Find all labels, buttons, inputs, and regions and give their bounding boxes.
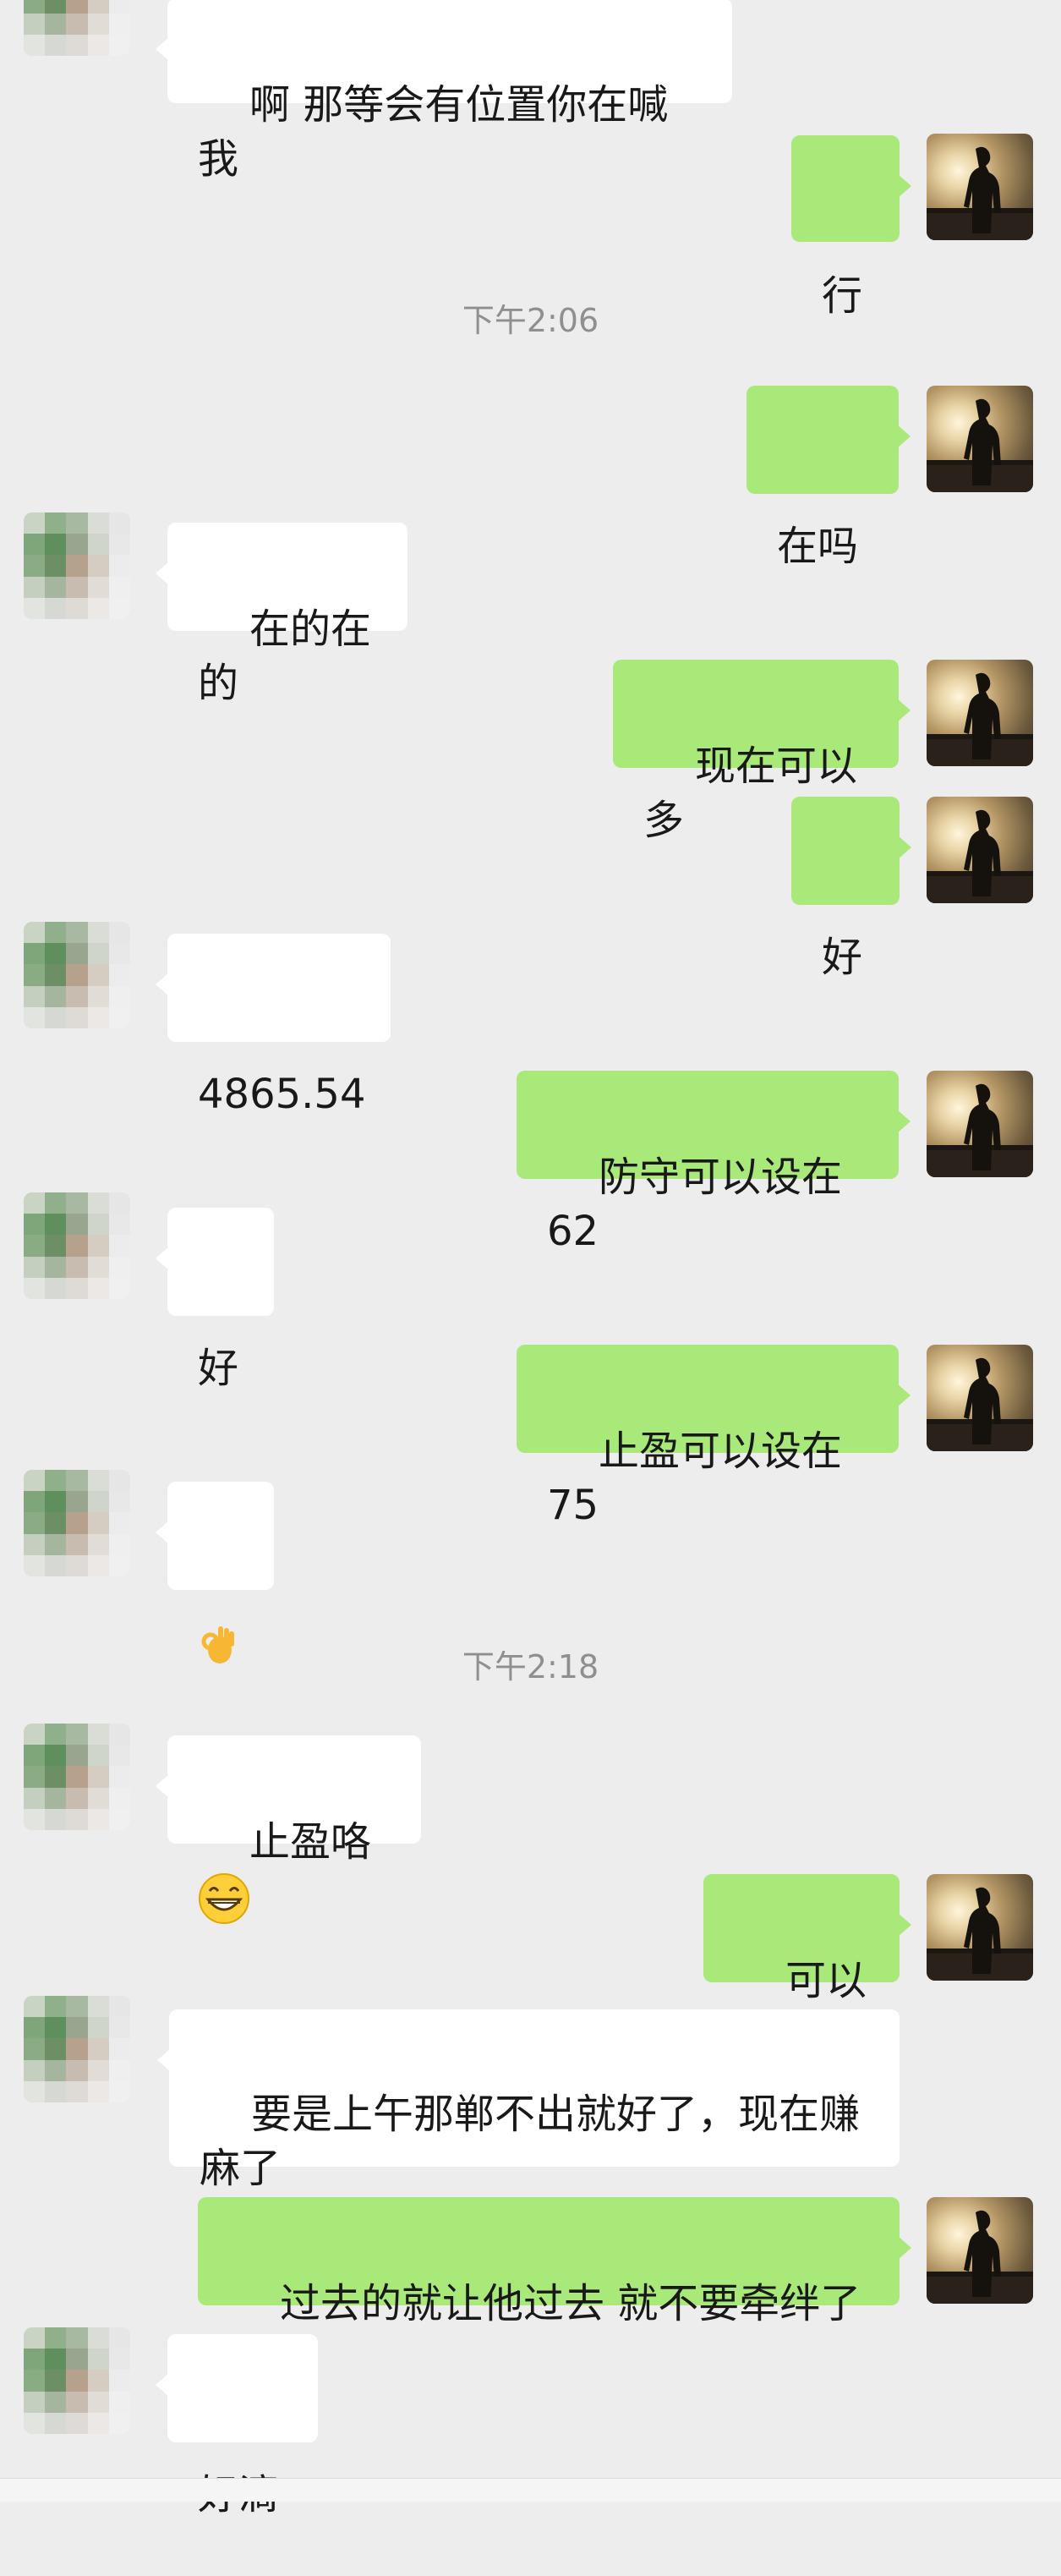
message-bubble[interactable]: 行 <box>791 135 911 320</box>
message-text: 止盈可以设在75 <box>547 1428 843 1529</box>
contact-avatar[interactable] <box>24 512 130 619</box>
message-bubble[interactable]: 在的在的 <box>156 523 407 707</box>
message-bubble[interactable] <box>156 1482 274 1663</box>
contact-avatar[interactable] <box>24 0 130 56</box>
contact-avatar[interactable] <box>24 1996 130 2102</box>
silhouette-icon <box>927 398 1033 492</box>
chat-thread[interactable]: 啊 那等会有位置你在喊我 行 下午2:06 在吗 在的在的 现在可以多 好 48… <box>0 0 1061 2518</box>
contact-avatar[interactable] <box>24 922 130 1028</box>
contact-avatar[interactable] <box>24 1724 130 1830</box>
contact-avatar[interactable] <box>24 1470 130 1576</box>
silhouette-icon <box>927 2210 1033 2304</box>
message-bubble[interactable]: 止盈咯 <box>156 1735 421 1924</box>
silhouette-icon <box>927 1357 1033 1451</box>
message-bubble[interactable]: 好 <box>156 1208 274 1392</box>
message-text: 要是上午那郸不出就好了，现在赚 麻了 <box>200 2091 861 2192</box>
message-bubble[interactable]: 现在可以多 <box>613 660 911 844</box>
timestamp: 下午2:18 <box>462 1648 599 1685</box>
message-text: 好 <box>198 1345 239 1392</box>
message-text: 4865.54 <box>198 1071 366 1118</box>
grinning-face-icon <box>199 1873 249 1924</box>
message-bubble[interactable]: 4865.54 <box>156 934 391 1118</box>
message-bubble[interactable]: 止盈可以设在75 <box>517 1345 911 1529</box>
silhouette-icon <box>927 809 1033 903</box>
message-bubble[interactable]: 好 <box>791 797 911 981</box>
self-avatar[interactable] <box>927 2197 1033 2304</box>
message-bubble[interactable]: 过去的就让他过去 就不要牵绊了 <box>198 2197 911 2327</box>
input-bar-edge <box>0 2478 1061 2502</box>
silhouette-icon <box>927 1083 1033 1177</box>
message-text: 在吗 <box>777 523 859 570</box>
message-bubble[interactable]: 可以的 <box>703 1874 911 2058</box>
timestamp: 下午2:06 <box>462 302 599 339</box>
message-text: 过去的就让他过去 就不要牵绊了 <box>280 2280 861 2327</box>
silhouette-icon <box>927 1887 1033 1981</box>
self-avatar[interactable] <box>927 134 1033 240</box>
message-bubble[interactable]: 在吗 <box>747 386 911 570</box>
self-avatar[interactable] <box>927 1071 1033 1177</box>
message-text: 啊 那等会有位置你在喊我 <box>198 81 669 183</box>
self-avatar[interactable] <box>927 660 1033 766</box>
message-text: 在的在的 <box>198 606 372 707</box>
message-bubble[interactable]: 好滴 <box>156 2334 318 2518</box>
self-avatar[interactable] <box>927 1874 1033 1981</box>
message-bubble[interactable]: 防守可以设在62 <box>517 1071 911 1255</box>
message-bubble[interactable]: 要是上午那郸不出就好了，现在赚 麻了 <box>157 2009 900 2192</box>
message-text: 好 <box>822 934 863 981</box>
message-text: 止盈咯 <box>249 1818 372 1866</box>
self-avatar[interactable] <box>927 386 1033 492</box>
contact-avatar[interactable] <box>24 1192 130 1299</box>
silhouette-icon <box>927 672 1033 766</box>
self-avatar[interactable] <box>927 797 1033 903</box>
message-bubble[interactable]: 啊 那等会有位置你在喊我 <box>156 0 732 183</box>
silhouette-icon <box>927 146 1033 240</box>
message-text: 防守可以设在62 <box>547 1154 843 1255</box>
self-avatar[interactable] <box>927 1345 1033 1451</box>
contact-avatar[interactable] <box>24 2327 130 2434</box>
